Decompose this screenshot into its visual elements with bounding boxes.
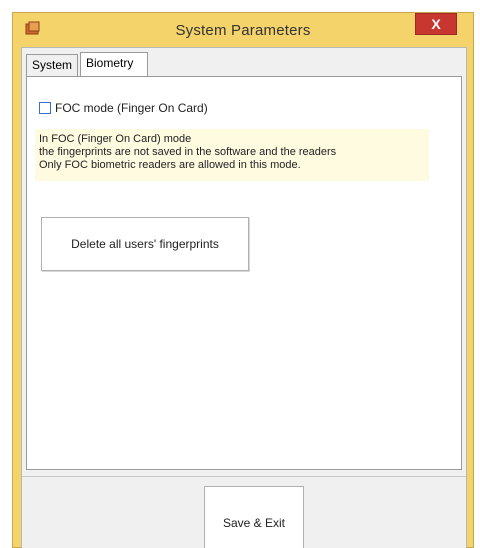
info-line: In FOC (Finger On Card) mode [39, 133, 192, 145]
client-area: System Biometry FOC mode (Finger On Card… [21, 47, 467, 548]
close-icon: X [431, 16, 441, 32]
title-bar[interactable]: System Parameters X [13, 13, 473, 47]
info-line: Only FOC biometric readers are allowed i… [39, 159, 301, 171]
info-line: the fingerprints are not saved in the so… [39, 146, 337, 158]
save-exit-button[interactable]: Save & Exit [204, 486, 304, 548]
foc-mode-option[interactable]: FOC mode (Finger On Card) [39, 101, 208, 115]
close-button[interactable]: X [415, 13, 457, 35]
system-parameters-window: System Parameters X System Biometry FOC … [12, 12, 474, 548]
biometry-panel: FOC mode (Finger On Card) In FOC (Finger… [26, 76, 462, 470]
footer-divider [22, 476, 466, 477]
foc-mode-label: FOC mode (Finger On Card) [55, 101, 208, 115]
tab-system[interactable]: System [26, 54, 78, 76]
foc-info-text: In FOC (Finger On Card) mode the fingerp… [35, 129, 429, 181]
foc-mode-checkbox[interactable] [39, 102, 51, 114]
window-title: System Parameters [175, 22, 311, 39]
tab-biometry[interactable]: Biometry [80, 52, 148, 76]
delete-fingerprints-button[interactable]: Delete all users' fingerprints [41, 217, 249, 271]
